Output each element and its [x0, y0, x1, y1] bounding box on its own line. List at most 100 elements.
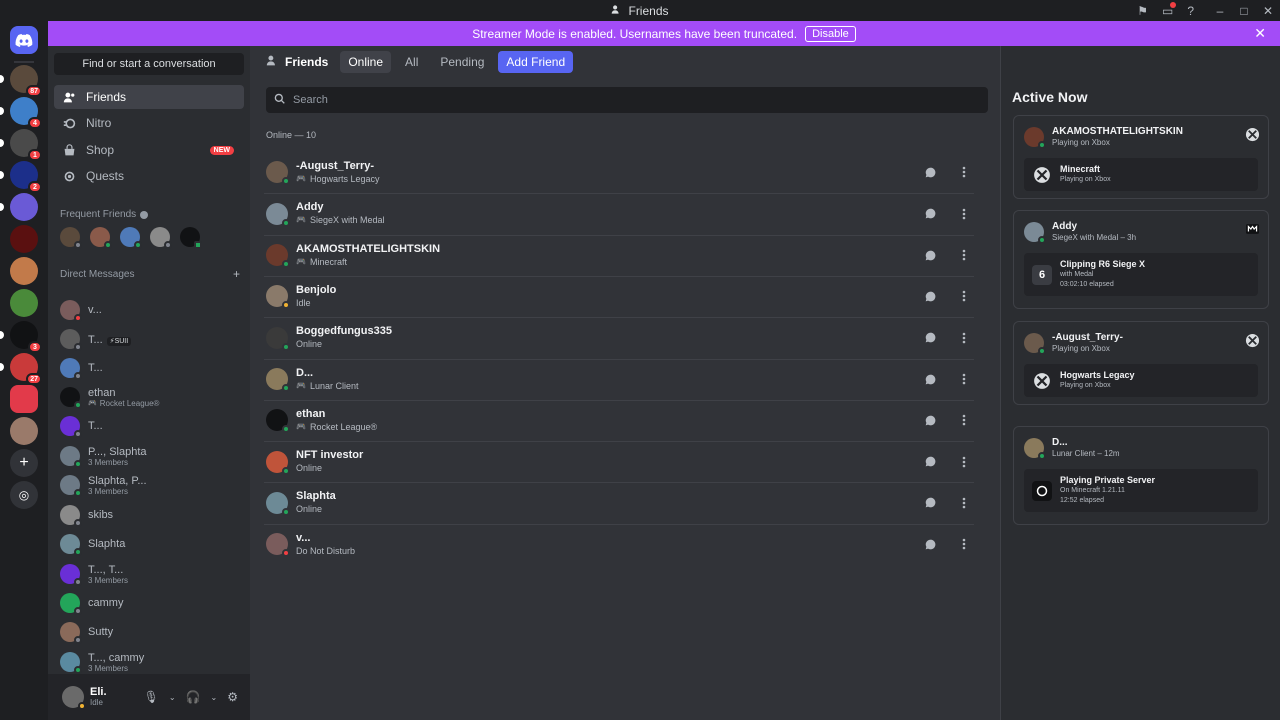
friend-row[interactable]: Benjolo Idle [264, 275, 974, 316]
screen-icon[interactable]: ▭ [1162, 1, 1177, 18]
dm-item[interactable]: cammy [54, 589, 244, 617]
avatar[interactable] [180, 227, 202, 249]
server-icon[interactable]: 27 [0, 353, 42, 385]
maximize-button[interactable]: □ [1232, 0, 1256, 21]
discover-button[interactable]: ◎ [10, 481, 38, 509]
headphones-icon[interactable]: 🎧 [186, 690, 201, 704]
dm-item[interactable]: ethan 🎮 Rocket League® [54, 383, 244, 411]
friend-row[interactable]: NFT investor Online [264, 441, 974, 481]
activity-detail[interactable]: Playing Private Server On Minecraft 1.21.… [1024, 469, 1258, 512]
tab-all[interactable]: All [397, 51, 426, 73]
message-icon[interactable] [920, 369, 940, 389]
server-icon[interactable] [10, 385, 38, 413]
activity-user-status: Playing on Xbox [1052, 344, 1110, 353]
server-icon[interactable] [0, 193, 38, 221]
more-options-icon[interactable] [954, 328, 974, 348]
friend-row[interactable]: D... 🎮 Lunar Client [264, 358, 974, 399]
microphone-icon[interactable]: 🎙 [144, 690, 159, 704]
avatar[interactable] [90, 227, 112, 249]
dm-item[interactable]: T... [54, 354, 244, 382]
more-options-icon[interactable] [954, 493, 974, 513]
dm-item[interactable]: P..., Slaphta 3 Members [54, 442, 244, 470]
tab-pending[interactable]: Pending [432, 51, 492, 73]
message-icon[interactable] [920, 328, 940, 348]
more-options-icon[interactable] [954, 162, 974, 182]
sidebar-item-nitro[interactable]: Nitro [54, 111, 244, 135]
more-options-icon[interactable] [954, 286, 974, 306]
dm-name: T..., T... [88, 563, 124, 576]
friend-row[interactable]: Boggedfungus335 Online [264, 317, 974, 357]
tab-online[interactable]: Online [340, 51, 392, 73]
friend-row[interactable]: Slaphta Online [264, 482, 974, 522]
sidebar-item-quests[interactable]: Quests [54, 164, 244, 188]
avatar[interactable] [60, 227, 82, 249]
friend-row[interactable]: ethan 🎮 Rocket League® [264, 399, 974, 440]
chevron-down-icon[interactable]: ⌄ [169, 693, 176, 702]
message-icon[interactable] [920, 534, 940, 554]
home-button[interactable] [10, 26, 38, 54]
add-server-button[interactable]: + [10, 449, 38, 477]
dm-item[interactable]: T..., T... 3 Members [54, 560, 244, 588]
activity-card[interactable]: -August_Terry- Playing on Xbox Hogwarts Le… [1013, 321, 1269, 405]
dm-item[interactable]: v... [54, 296, 244, 324]
friend-row[interactable]: AKAMOSTHATELIGHTSKIN 🎮 Minecraft [264, 234, 974, 275]
message-icon[interactable] [920, 493, 940, 513]
add-friend-button[interactable]: Add Friend [498, 51, 574, 73]
server-icon[interactable]: 4 [0, 97, 42, 129]
more-options-icon[interactable] [954, 534, 974, 554]
server-icon[interactable]: 2 [0, 161, 42, 193]
more-options-icon[interactable] [954, 410, 974, 430]
activity-detail[interactable]: Hogwarts Legacy Playing on Xbox [1024, 364, 1258, 397]
dm-item[interactable]: Slaphta, P... 3 Members [54, 471, 244, 499]
dm-item[interactable]: skibs [54, 501, 244, 529]
sidebar-item-shop[interactable]: Shop NEW [54, 138, 244, 162]
server-icon[interactable]: 3 [0, 321, 42, 353]
sidebar-item-friends[interactable]: Friends [54, 85, 244, 109]
activity-card[interactable]: Addy SiegeX with Medal – 3h 6 Clipping R6 S… [1013, 210, 1269, 309]
more-options-icon[interactable] [954, 452, 974, 472]
message-icon[interactable] [920, 162, 940, 182]
find-conversation-button[interactable]: Find or start a conversation [54, 53, 244, 75]
server-icon[interactable] [10, 289, 38, 317]
search-input[interactable]: Search [266, 87, 988, 113]
message-icon[interactable] [920, 410, 940, 430]
user-avatar[interactable] [62, 686, 86, 710]
server-icon[interactable] [10, 257, 38, 285]
more-options-icon[interactable] [954, 369, 974, 389]
friend-name: Benjolo [296, 283, 337, 296]
more-options-icon[interactable] [954, 204, 974, 224]
chevron-down-icon[interactable]: ⌄ [211, 693, 218, 702]
message-icon[interactable] [920, 452, 940, 472]
activity-detail[interactable]: 6 Clipping R6 Siege X with Medal 03:02:10 e… [1024, 253, 1258, 296]
avatar[interactable] [150, 227, 172, 249]
dm-item[interactable]: T... ⚡SUII [54, 325, 244, 353]
server-icon[interactable]: 1 [0, 129, 42, 161]
message-icon[interactable] [920, 204, 940, 224]
activity-card[interactable]: AKAMOSTHATELIGHTSKIN Playing on Xbox Minec… [1013, 115, 1269, 199]
friend-row[interactable]: Addy 🎮 SiegeX with Medal [264, 193, 974, 233]
dm-item[interactable]: T..., cammy 3 Members [54, 648, 244, 676]
inbox-icon[interactable]: ⚑ [1137, 4, 1148, 18]
disable-button[interactable]: Disable [805, 25, 856, 42]
friend-row[interactable]: v... Do Not Disturb [264, 523, 974, 564]
dm-item[interactable]: Sutty [54, 618, 244, 646]
server-icon[interactable]: 87 [0, 65, 42, 97]
message-icon[interactable] [920, 286, 940, 306]
server-icon[interactable] [10, 225, 38, 253]
activity-detail[interactable]: Minecraft Playing on Xbox [1024, 158, 1258, 191]
more-options-icon[interactable] [954, 245, 974, 265]
minimize-button[interactable]: – [1208, 0, 1232, 21]
server-icon[interactable] [10, 417, 38, 445]
activity-card[interactable]: D... Lunar Client – 12m Playing Private Se… [1013, 426, 1269, 525]
message-icon[interactable] [920, 245, 940, 265]
close-window-button[interactable]: ✕ [1256, 0, 1280, 21]
close-icon[interactable]: ✕ [1254, 25, 1266, 42]
friend-row[interactable]: -August_Terry- 🎮 Hogwarts Legacy [264, 152, 974, 192]
help-icon[interactable]: ? [1187, 4, 1194, 18]
info-icon[interactable] [140, 210, 149, 219]
gear-icon[interactable]: ⚙ [227, 690, 238, 704]
dm-item[interactable]: Slaphta [54, 530, 244, 558]
plus-icon[interactable]: + [233, 267, 240, 281]
avatar[interactable] [120, 227, 142, 249]
dm-item[interactable]: T... [54, 412, 244, 440]
